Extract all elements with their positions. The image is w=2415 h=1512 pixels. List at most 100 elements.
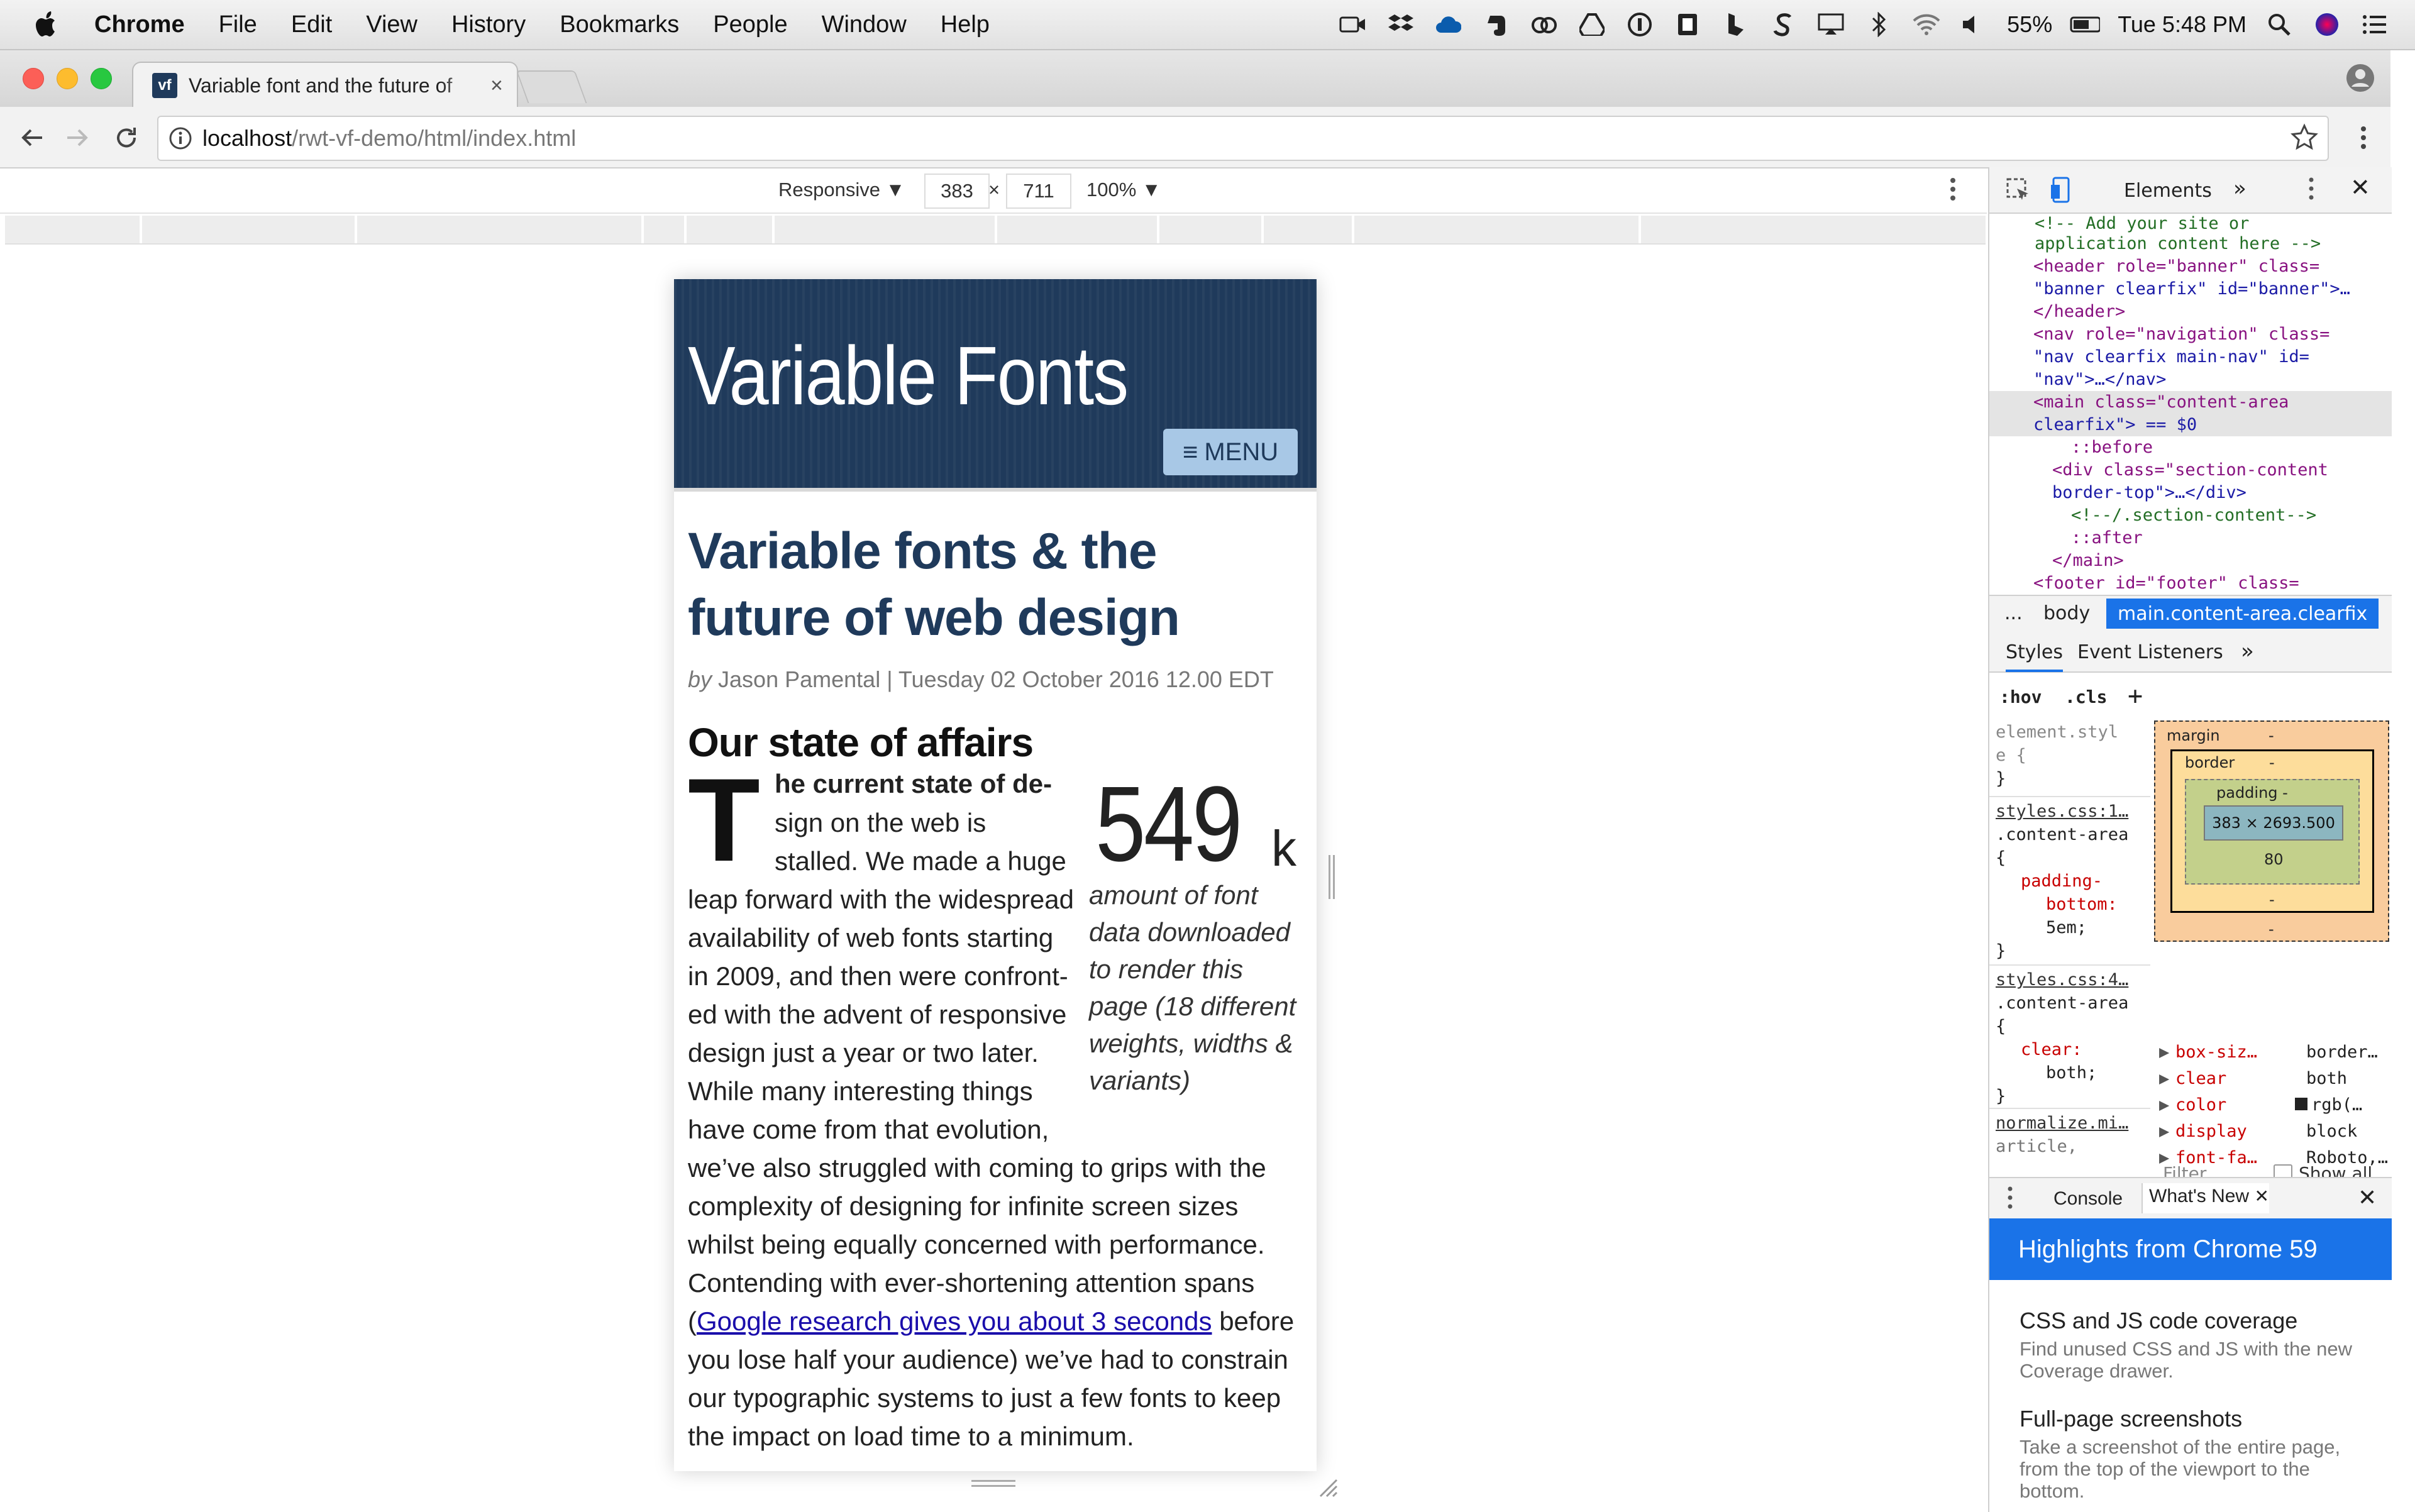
google-drive-icon[interactable] <box>1577 9 1607 40</box>
devtools-menu-icon[interactable] <box>2306 175 2316 202</box>
dom-line[interactable]: "banner clearfix" id="banner">… <box>1989 278 2392 301</box>
window-zoom-button[interactable] <box>91 68 112 89</box>
tab-elements[interactable]: Elements <box>2124 180 2212 202</box>
tab-close-icon[interactable]: × <box>490 74 503 98</box>
menu-help[interactable]: Help <box>941 11 990 38</box>
breadcrumb-overflow[interactable]: ... <box>2004 602 2023 624</box>
menu-window[interactable]: Window <box>822 11 907 38</box>
menu-history[interactable]: History <box>451 11 526 38</box>
notification-center-icon[interactable] <box>2360 9 2390 40</box>
apple-icon[interactable] <box>0 11 94 38</box>
browser-menu-icon[interactable] <box>2349 123 2378 152</box>
volume-icon[interactable] <box>1959 9 1989 40</box>
info-icon[interactable] <box>169 126 192 150</box>
siri-icon[interactable] <box>2312 9 2342 40</box>
viewport-height-input[interactable]: 711 <box>1006 174 1071 209</box>
drawer-menu-icon[interactable] <box>2006 1184 2014 1211</box>
menu-app-name[interactable]: Chrome <box>94 11 185 38</box>
back-arrow-icon[interactable] <box>18 123 47 152</box>
dom-line[interactable]: ::before <box>1989 436 2392 459</box>
viewport-width-input[interactable]: 383 <box>924 174 990 209</box>
device-viewport[interactable]: Variable Fonts ≡ MENU Variable fonts & t… <box>674 279 1317 1471</box>
dom-line[interactable]: <nav role="navigation" class= <box>1989 323 2392 346</box>
computed-row[interactable]: ▶ clear both <box>2153 1069 2389 1095</box>
whats-new-close-icon[interactable]: ✕ <box>2254 1186 2269 1206</box>
window-close-button[interactable] <box>23 68 44 89</box>
dom-line[interactable]: border-top">…</div> <box>1989 482 2392 504</box>
google-research-link[interactable]: Google research gives you about 3 second… <box>697 1306 1212 1336</box>
tab-styles[interactable]: Styles <box>2006 641 2063 672</box>
cloud-app-icon[interactable] <box>1434 9 1464 40</box>
dropbox-icon[interactable] <box>1386 9 1416 40</box>
dom-line[interactable]: "nav">…</nav> <box>1989 368 2392 391</box>
spotlight-search-icon[interactable] <box>2264 9 2294 40</box>
profile-avatar-icon[interactable] <box>2345 63 2375 93</box>
menu-view[interactable]: View <box>366 11 417 38</box>
resize-handle-right[interactable] <box>1327 855 1336 899</box>
tab-console[interactable]: Console <box>2053 1188 2123 1210</box>
dom-line-selected[interactable]: clearfix"> == $0 <box>1989 414 2392 436</box>
cls-toggle[interactable]: .cls <box>2065 687 2107 707</box>
more-tabs-icon[interactable]: » <box>2241 639 2254 664</box>
resize-handle-corner[interactable] <box>1318 1477 1339 1499</box>
zoom-select[interactable]: 100% ▼ <box>1086 179 1161 201</box>
rule-source-link[interactable]: styles.css:4… <box>1996 968 2147 991</box>
add-rule-icon[interactable]: + <box>2128 682 2143 710</box>
computed-row[interactable]: ▶ box-siz… border… <box>2153 1042 2389 1069</box>
dom-line[interactable]: "nav clearfix main-nav" id= <box>1989 346 2392 368</box>
new-tab-button[interactable] <box>516 70 587 103</box>
airplay-icon[interactable] <box>1816 9 1846 40</box>
menu-edit[interactable]: Edit <box>291 11 332 38</box>
tab-active[interactable]: vf Variable font and the future of × <box>132 62 518 108</box>
tab-event-listeners[interactable]: Event Listeners <box>2077 641 2223 663</box>
menu-bookmarks[interactable]: Bookmarks <box>560 11 679 38</box>
evernote-icon[interactable] <box>1481 9 1511 40</box>
forward-arrow-icon[interactable] <box>63 123 92 152</box>
window-minimize-button[interactable] <box>57 68 78 89</box>
more-tabs-icon[interactable]: » <box>2233 176 2246 201</box>
menu-file[interactable]: File <box>219 11 257 38</box>
box-model-padding[interactable]: padding - 383 × 2693.500 80 <box>2185 779 2360 885</box>
device-mode-select[interactable]: Responsive ▼ <box>778 179 905 201</box>
device-toggle-icon[interactable] <box>2050 176 2075 204</box>
reload-icon[interactable] <box>112 123 141 152</box>
css-rule-clear[interactable]: styles.css:4… .content-area { clear: bot… <box>1996 968 2147 1108</box>
site-title[interactable]: Variable Fonts <box>688 328 1129 423</box>
dom-line[interactable]: <div class="section-content <box>1989 459 2392 482</box>
resize-handle-bottom[interactable] <box>971 1479 1015 1489</box>
dom-line[interactable]: <footer id="footer" class= <box>1989 572 2392 595</box>
battery-icon[interactable] <box>2070 9 2101 40</box>
color-swatch[interactable] <box>2295 1098 2307 1110</box>
wifi-icon[interactable] <box>1911 9 1942 40</box>
hov-toggle[interactable]: :hov <box>1999 687 2042 707</box>
bing-icon[interactable] <box>1720 9 1750 40</box>
dom-line[interactable]: </main> <box>1989 549 2392 572</box>
dom-line[interactable]: application content here --> <box>1989 233 2392 255</box>
menu-button[interactable]: ≡ MENU <box>1163 429 1298 475</box>
box-model-margin[interactable]: margin - - border - - padding - 383 × 26… <box>2154 720 2389 942</box>
dom-line-selected[interactable]: <main class="content-area <box>1989 391 2392 414</box>
inspect-element-icon[interactable] <box>2006 177 2031 202</box>
element-style-rule[interactable]: element.styl e { } <box>1996 720 2147 790</box>
css-rule-padding[interactable]: styles.css:1… .content-area { padding- b… <box>1996 800 2147 963</box>
media-query-bar[interactable] <box>5 216 1986 245</box>
menu-people[interactable]: People <box>713 11 787 38</box>
rule-source-link[interactable]: normalize.mi… <box>1996 1112 2147 1135</box>
rule-source-link[interactable]: styles.css:1… <box>1996 800 2147 823</box>
clock[interactable]: Tue 5:48 PM <box>2118 11 2246 38</box>
drawer-close-icon[interactable]: ✕ <box>2358 1184 2377 1211</box>
1password-icon[interactable] <box>1625 9 1655 40</box>
breadcrumb-main-selected[interactable]: main.content-area.clearfix <box>2106 599 2379 629</box>
bartender-icon[interactable] <box>1672 9 1703 40</box>
creative-cloud-icon[interactable] <box>1529 9 1559 40</box>
dom-line[interactable]: <!-- Add your site or <box>1989 212 2392 235</box>
bookmark-star-icon[interactable] <box>2290 123 2319 152</box>
dom-line[interactable]: ::after <box>1989 527 2392 549</box>
devtools-close-icon[interactable]: ✕ <box>2350 174 2370 201</box>
dom-line[interactable]: </header> <box>1989 301 2392 323</box>
device-toolbar-more-icon[interactable] <box>1947 176 1959 202</box>
breadcrumb-body[interactable]: body <box>2043 602 2090 624</box>
dom-line[interactable]: <!--/.section-content--> <box>1989 504 2392 527</box>
tab-whats-new[interactable]: What's New ✕ <box>2141 1183 2269 1213</box>
computed-row[interactable]: ▶ font-fa… Roboto,… <box>2153 1148 2389 1174</box>
